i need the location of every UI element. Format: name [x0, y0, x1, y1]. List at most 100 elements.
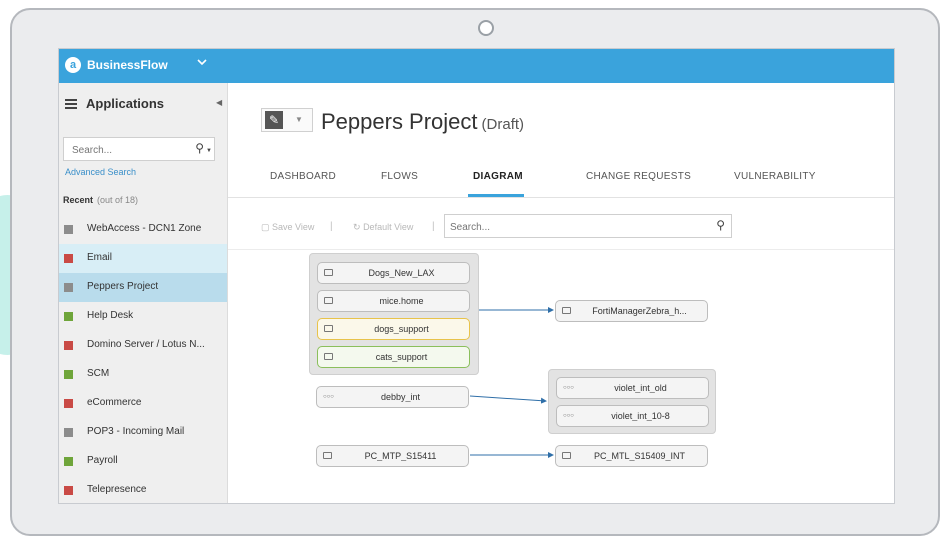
status-dot [64, 486, 73, 495]
recent-count: (out of 18) [97, 195, 139, 205]
diagram-node[interactable]: Dogs_New_LAX [317, 262, 470, 284]
list-item[interactable]: Telepresence [59, 476, 227, 503]
diagram-node[interactable]: ○○○ violet_int_10-8 [556, 405, 709, 427]
list-item[interactable]: Help Desk [59, 302, 227, 331]
list-item[interactable]: Payroll [59, 447, 227, 476]
edit-button[interactable]: ✎ ▼ [261, 108, 313, 132]
sidebar-search-input[interactable] [70, 139, 189, 161]
diagram-node[interactable]: ○○○ violet_int_old [556, 377, 709, 399]
node-group[interactable]: ○○○ violet_int_old ○○○ violet_int_10-8 [548, 369, 716, 434]
server-icon [324, 269, 333, 276]
status-dot [64, 457, 73, 466]
server-icon [323, 452, 332, 459]
list-item[interactable]: Domino Server / Lotus N... [59, 331, 227, 360]
node-label: dogs_support [374, 324, 429, 334]
diagram-node[interactable]: ○○○ debby_int [316, 386, 469, 408]
list-item[interactable]: SCM [59, 360, 227, 389]
hamburger-icon[interactable] [65, 99, 77, 111]
list-item[interactable]: WebAccess - DCN1 Zone [59, 215, 227, 244]
status-dot [64, 225, 73, 234]
status-dot [64, 283, 73, 292]
camera-icon [478, 20, 494, 36]
tab-dashboard[interactable]: DASHBOARD [270, 171, 336, 182]
save-view-label: Save View [272, 222, 315, 232]
server-icon [562, 452, 571, 459]
node-group[interactable]: Dogs_New_LAX mice.home dogs_support cats… [309, 253, 479, 375]
caret-down-icon[interactable]: ▼ [295, 115, 303, 124]
node-label: violet_int_10-8 [611, 411, 670, 421]
draft-badge: (Draft) [481, 116, 525, 133]
recent-title: Recent [63, 195, 94, 205]
server-icon [562, 307, 571, 314]
project-name: Peppers Project [321, 109, 478, 134]
node-label: PC_MTL_S15409_INT [593, 451, 686, 461]
pencil-icon: ✎ [265, 111, 283, 129]
page-title: Peppers Project (Draft) [321, 109, 524, 135]
diagram-node[interactable]: cats_support [317, 346, 470, 368]
refresh-icon: ↻ [353, 222, 361, 232]
node-label: violet_int_old [614, 383, 667, 393]
node-label: PC_MTP_S15411 [364, 451, 437, 461]
collapse-arrow-icon[interactable]: ◀ [216, 98, 222, 107]
save-view-button[interactable]: ▢ Save View [261, 222, 314, 233]
toolbar-separator: | [432, 221, 435, 232]
status-dot [64, 254, 73, 263]
default-view-button[interactable]: ↻ Default View [353, 222, 413, 233]
list-item-label: Domino Server / Lotus N... [87, 339, 205, 350]
node-label: FortiManagerZebra_h... [592, 306, 687, 316]
tab-change-requests[interactable]: CHANGE REQUESTS [586, 171, 691, 182]
diagram-toolbar: ▢ Save View | ↻ Default View | ⚲ [228, 197, 894, 250]
main-content: ✎ ▼ Peppers Project (Draft) DASHBOARD FLO… [228, 83, 894, 503]
search-icon[interactable]: ⚲ [716, 218, 725, 232]
diagram-node[interactable]: PC_MTL_S15409_INT [555, 445, 708, 467]
sidebar: Applications ◀ ⚲ ▼ Advanced Search Recen… [59, 83, 228, 503]
diagram-node[interactable]: mice.home [317, 290, 470, 312]
diagram-search: ⚲ [444, 214, 732, 238]
status-dot [64, 428, 73, 437]
app-name[interactable]: BusinessFlow [87, 58, 168, 72]
diagram-search-input[interactable] [448, 216, 702, 238]
tab-flows[interactable]: FLOWS [381, 171, 418, 182]
list-item-label: Telepresence [87, 484, 147, 495]
list-item-label: WebAccess - DCN1 Zone [87, 223, 202, 234]
status-dot [64, 312, 73, 321]
diagram-node[interactable]: dogs_support [317, 318, 470, 340]
advanced-search-link[interactable]: Advanced Search [65, 167, 136, 177]
application-list: WebAccess - DCN1 Zone Email Peppers Proj… [59, 215, 227, 503]
search-icon[interactable]: ⚲ [195, 141, 204, 155]
save-icon: ▢ [261, 222, 270, 232]
server-icon [324, 353, 333, 360]
list-item-label: Email [87, 252, 113, 263]
server-icon [324, 325, 333, 332]
node-label: mice.home [379, 296, 424, 306]
sidebar-title: Applications [86, 96, 165, 111]
tab-vulnerability[interactable]: VULNERABILITY [734, 171, 816, 182]
top-bar: a BusinessFlow [59, 49, 894, 83]
node-label: debby_int [380, 392, 421, 402]
node-label: cats_support [375, 352, 428, 362]
status-dot [64, 399, 73, 408]
app-screen: a BusinessFlow Applications ◀ ⚲ ▼ Advanc… [58, 48, 895, 504]
list-item-label: Help Desk [87, 310, 134, 321]
list-item-label: Payroll [87, 455, 118, 466]
list-item-label: eCommerce [87, 397, 142, 408]
chevron-down-icon[interactable] [195, 55, 209, 69]
diagram-canvas: Dogs_New_LAX mice.home dogs_support cats… [228, 249, 894, 503]
tab-bar: DASHBOARD FLOWS DIAGRAM CHANGE REQUESTS … [228, 161, 894, 198]
network-icon: ○○○ [563, 385, 574, 391]
sidebar-search: ⚲ ▼ [63, 137, 215, 161]
server-icon [324, 297, 333, 304]
recent-label: Recent (out of 18) [63, 195, 138, 205]
default-view-label: Default View [363, 222, 414, 232]
diagram-node[interactable]: PC_MTP_S15411 [316, 445, 469, 467]
list-item[interactable]: Email [59, 244, 227, 273]
caret-down-icon[interactable]: ▼ [206, 148, 212, 154]
list-item[interactable]: Peppers Project [59, 273, 227, 302]
list-item[interactable]: POP3 - Incoming Mail [59, 418, 227, 447]
status-dot [64, 341, 73, 350]
list-item[interactable]: eCommerce [59, 389, 227, 418]
node-label: Dogs_New_LAX [368, 268, 435, 278]
network-icon: ○○○ [563, 413, 574, 419]
diagram-node[interactable]: FortiManagerZebra_h... [555, 300, 708, 322]
tab-diagram[interactable]: DIAGRAM [473, 171, 523, 182]
